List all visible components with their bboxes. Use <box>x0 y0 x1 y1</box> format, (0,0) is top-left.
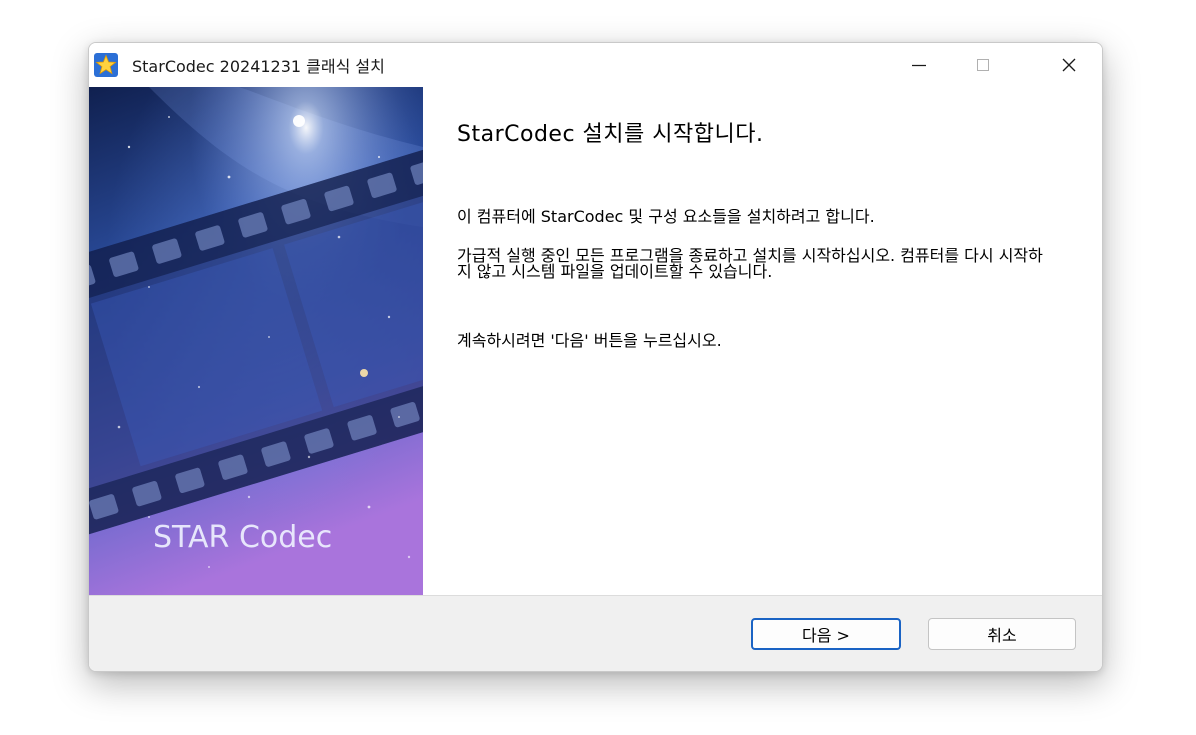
banner-artwork: STAR Codec <box>89 87 423 595</box>
close-button[interactable] <box>1037 43 1101 87</box>
next-button[interactable]: 다음 > <box>751 618 901 650</box>
window-title: StarCodec 20241231 클래식 설치 <box>132 57 385 76</box>
instructions-paragraph: 가급적 실행 중인 모든 프로그램을 종료하고 설치를 시작하십시오. 컴퓨터를… <box>457 246 1043 281</box>
intro-paragraph: 이 컴퓨터에 StarCodec 및 구성 요소들을 설치하려고 합니다. <box>457 207 875 226</box>
welcome-content: StarCodec 설치를 시작합니다. 이 컴퓨터에 StarCodec 및 … <box>423 87 1102 595</box>
cancel-button[interactable]: 취소 <box>928 618 1076 650</box>
title-bar[interactable]: StarCodec 20241231 클래식 설치 <box>89 43 1102 87</box>
maximize-icon <box>977 59 989 71</box>
installer-banner-image: STAR Codec <box>89 87 423 595</box>
minimize-button[interactable] <box>887 43 951 87</box>
installer-window: StarCodec 20241231 클래식 설치 STAR Codec Sta… <box>88 42 1103 672</box>
close-icon <box>1062 58 1076 72</box>
maximize-button[interactable] <box>951 43 1015 87</box>
continue-paragraph: 계속하시려면 '다음' 버튼을 누르십시오. <box>457 331 722 350</box>
banner-logo-text: STAR Codec <box>153 520 332 555</box>
star-icon <box>94 53 118 77</box>
minimize-icon <box>912 64 926 67</box>
button-bar: 다음 > 취소 <box>89 595 1102 671</box>
page-title: StarCodec 설치를 시작합니다. <box>457 122 764 147</box>
